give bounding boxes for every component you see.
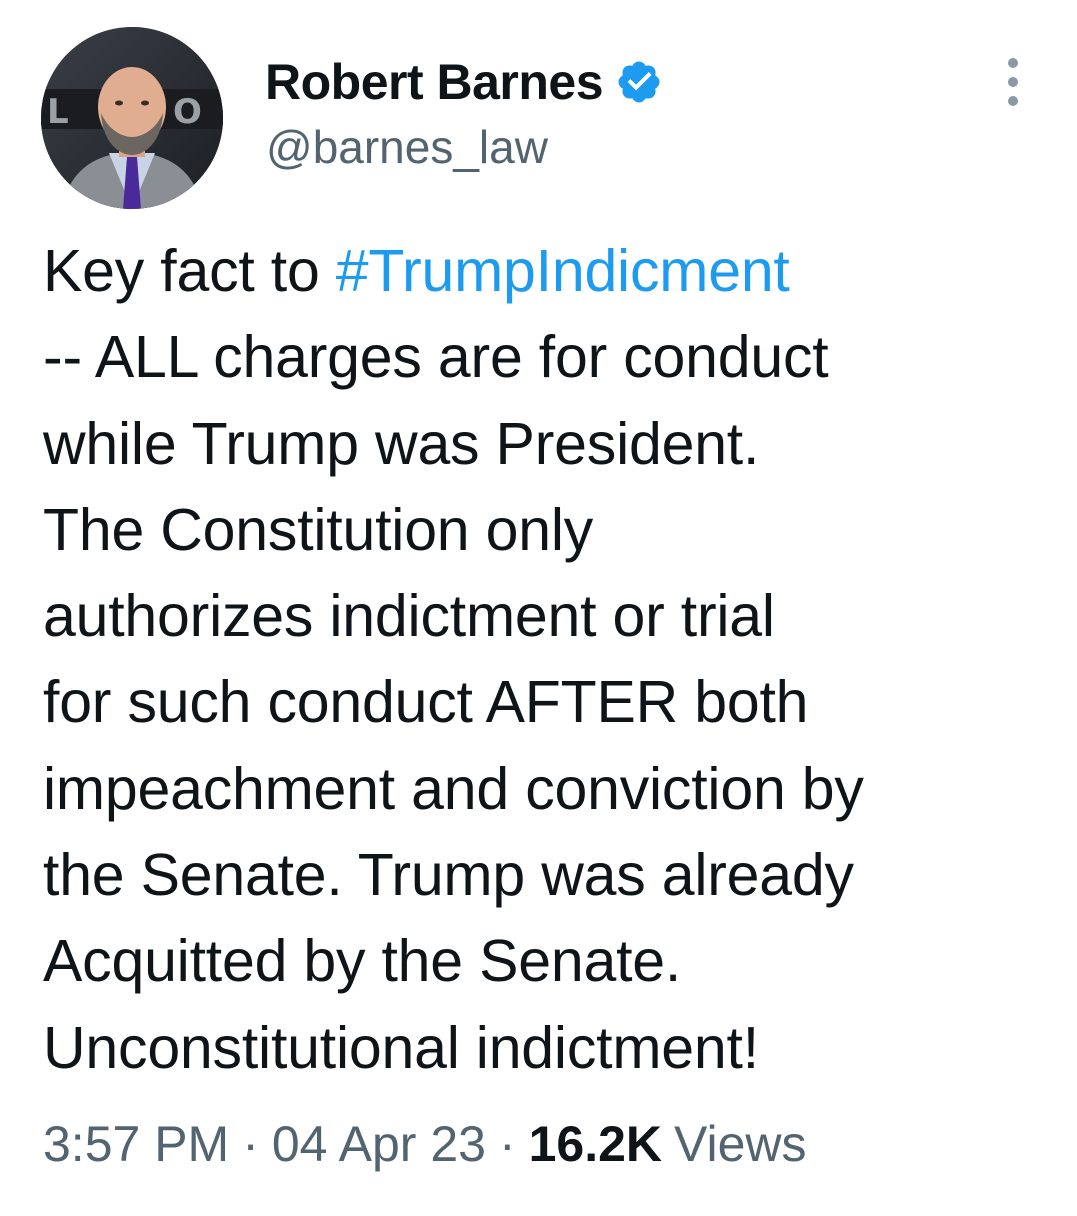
views-count[interactable]: 16.2K bbox=[529, 1115, 662, 1173]
tweet-line: Key fact to #TrumpIndicment bbox=[43, 228, 1053, 314]
tweet-time[interactable]: 3:57 PM bbox=[43, 1115, 229, 1173]
more-dot bbox=[1008, 96, 1018, 106]
svg-text:O: O bbox=[173, 92, 202, 132]
more-dot bbox=[1008, 58, 1018, 68]
ellipsis-vertical-icon[interactable] bbox=[1000, 58, 1026, 106]
tweet-line: The Constitution only bbox=[43, 496, 594, 563]
meta-separator: · bbox=[498, 1116, 516, 1172]
author-display-name[interactable]: Robert Barnes bbox=[265, 53, 604, 111]
tweet-line: impeachment and conviction by bbox=[43, 755, 864, 822]
tweet-line: for such conduct AFTER both bbox=[43, 669, 809, 736]
tweet-line: the Senate. Trump was already bbox=[43, 842, 854, 909]
tweet-meta: 3:57 PM · 04 Apr 23 · 16.2K Views bbox=[43, 1115, 807, 1173]
author-handle[interactable]: @barnes_law bbox=[266, 120, 548, 174]
tweet-text: Key fact to #TrumpIndicment -- ALL charg… bbox=[43, 228, 1053, 1091]
tweet-line: Unconstitutional indictment! bbox=[43, 1014, 759, 1081]
tweet-date[interactable]: 04 Apr 23 bbox=[272, 1115, 486, 1173]
views-label[interactable]: Views bbox=[674, 1115, 806, 1173]
tweet-line: while Trump was President. bbox=[43, 410, 760, 477]
hashtag-link[interactable]: #TrumpIndicment bbox=[336, 238, 790, 304]
tweet-line: -- ALL charges are for conduct bbox=[43, 324, 829, 391]
verified-badge-icon bbox=[615, 58, 663, 106]
svg-text:L: L bbox=[47, 92, 69, 132]
meta-separator: · bbox=[242, 1116, 259, 1172]
tweet-line: authorizes indictment or trial bbox=[43, 583, 775, 650]
more-dot bbox=[1008, 77, 1018, 87]
tweet-line: Acquitted by the Senate. bbox=[43, 928, 682, 995]
tweet-text-segment: Key fact to bbox=[43, 238, 336, 304]
author-name-row[interactable]: Robert Barnes bbox=[265, 50, 663, 114]
author-avatar[interactable]: L O bbox=[41, 27, 223, 209]
profile-photo: L O bbox=[41, 27, 223, 209]
tweet-card: L O Robert Barnes @barnes_law Key fact t… bbox=[0, 0, 1077, 1216]
